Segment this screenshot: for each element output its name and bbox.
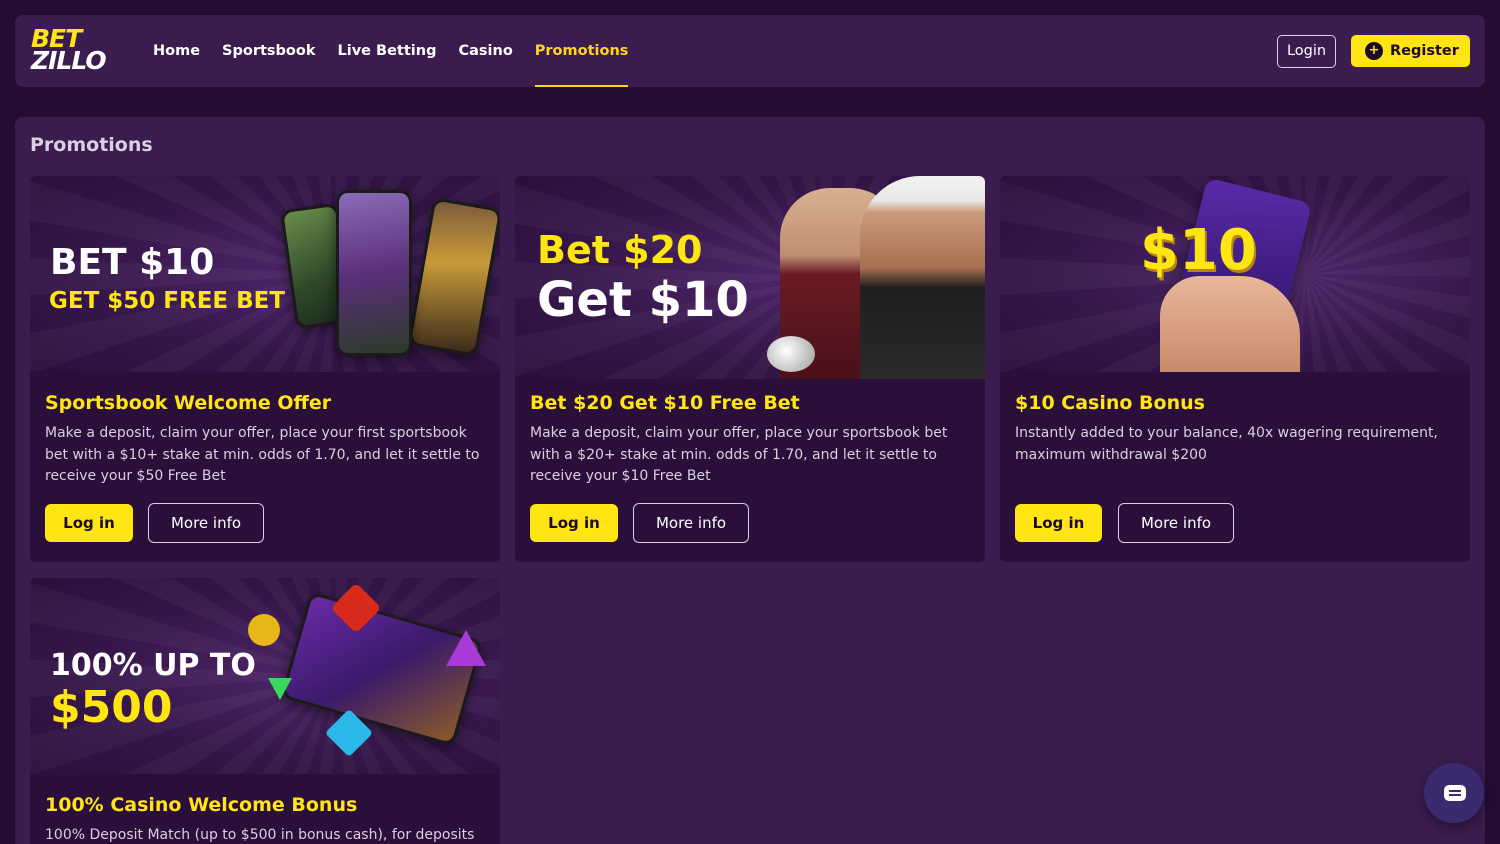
nav-sportsbook[interactable]: Sportsbook bbox=[222, 15, 315, 87]
promo-more-info-button[interactable]: More info bbox=[1118, 503, 1234, 543]
promo-banner-bet20: Bet $20 Get $10 bbox=[515, 176, 985, 379]
promo-banner-sportsbook: BET $10 GET $50 FREE BET bbox=[30, 176, 500, 372]
nav-promotions[interactable]: Promotions bbox=[534, 15, 628, 87]
promo-title: Sportsbook Welcome Offer bbox=[45, 392, 332, 414]
live-chat-button[interactable] bbox=[1424, 763, 1484, 823]
header-login-button[interactable]: Login bbox=[1277, 35, 1336, 68]
banner-subline: $500 bbox=[50, 682, 173, 733]
banner-headline: $10 bbox=[1140, 218, 1257, 283]
gem-purple-icon bbox=[446, 630, 486, 666]
hand-image bbox=[1160, 276, 1300, 372]
promo-more-info-button[interactable]: More info bbox=[633, 503, 749, 543]
register-label: Register bbox=[1390, 43, 1459, 59]
golf-club-image bbox=[767, 336, 815, 372]
phone-cricket-image bbox=[336, 190, 412, 356]
top-header: BET ZILLO Home Sportsbook Live Betting C… bbox=[15, 15, 1485, 87]
promo-title: 100% Casino Welcome Bonus bbox=[45, 794, 358, 816]
promo-description: Instantly added to your balance, 40x wag… bbox=[1015, 425, 1438, 463]
header-register-button[interactable]: + Register bbox=[1351, 35, 1470, 67]
promo-card-bet20-get10: Bet $20 Get $10 Bet $20 Get $10 Free Bet… bbox=[515, 176, 985, 562]
golfer-right-image bbox=[860, 176, 985, 379]
nav-home[interactable]: Home bbox=[153, 15, 200, 87]
promo-login-button[interactable]: Log in bbox=[530, 504, 618, 542]
promo-card-casino-10: $10 $10 Casino Bonus Instantly added to … bbox=[1000, 176, 1470, 562]
logo-text-zillo: ZILLO bbox=[31, 46, 107, 75]
promo-title: $10 Casino Bonus bbox=[1015, 392, 1205, 414]
nav-casino[interactable]: Casino bbox=[458, 15, 512, 87]
promo-title: Bet $20 Get $10 Free Bet bbox=[530, 392, 800, 414]
promo-login-button[interactable]: Log in bbox=[45, 504, 133, 542]
gem-green-icon bbox=[268, 678, 292, 700]
promo-card-sportsbook-welcome: BET $10 GET $50 FREE BET Sportsbook Welc… bbox=[30, 176, 500, 562]
promo-more-info-button[interactable]: More info bbox=[148, 503, 264, 543]
banner-subline: GET $50 FREE BET bbox=[49, 288, 286, 314]
promo-description: Make a deposit, claim your offer, place … bbox=[45, 425, 480, 484]
chat-bubble-icon bbox=[1444, 785, 1466, 801]
promo-description: 100% Deposit Match (up to $500 in bonus … bbox=[45, 827, 475, 843]
promo-login-button[interactable]: Log in bbox=[1015, 504, 1102, 542]
banner-headline: 100% UP TO bbox=[50, 648, 256, 683]
promo-description: Make a deposit, claim your offer, place … bbox=[530, 425, 948, 484]
promo-banner-casino10: $10 bbox=[1000, 176, 1470, 372]
banner-headline: Bet $20 bbox=[537, 228, 703, 272]
banner-headline: BET $10 bbox=[50, 242, 215, 283]
promo-banner-casino-welcome: 100% UP TO $500 bbox=[30, 578, 500, 774]
nav-live-betting[interactable]: Live Betting bbox=[338, 15, 437, 87]
banner-subline: Get $10 bbox=[537, 272, 749, 328]
gem-yellow-icon bbox=[248, 614, 280, 646]
main-nav: Home Sportsbook Live Betting Casino Prom… bbox=[153, 15, 650, 87]
plus-circle-icon: + bbox=[1365, 42, 1383, 60]
promo-card-casino-welcome: 100% UP TO $500 100% Casino Welcome Bonu… bbox=[30, 578, 500, 844]
promotions-panel: Promotions BET $10 GET $50 FREE BET Spor… bbox=[15, 117, 1485, 844]
betzillo-logo[interactable]: BET ZILLO bbox=[31, 26, 117, 75]
page-title: Promotions bbox=[30, 134, 153, 156]
